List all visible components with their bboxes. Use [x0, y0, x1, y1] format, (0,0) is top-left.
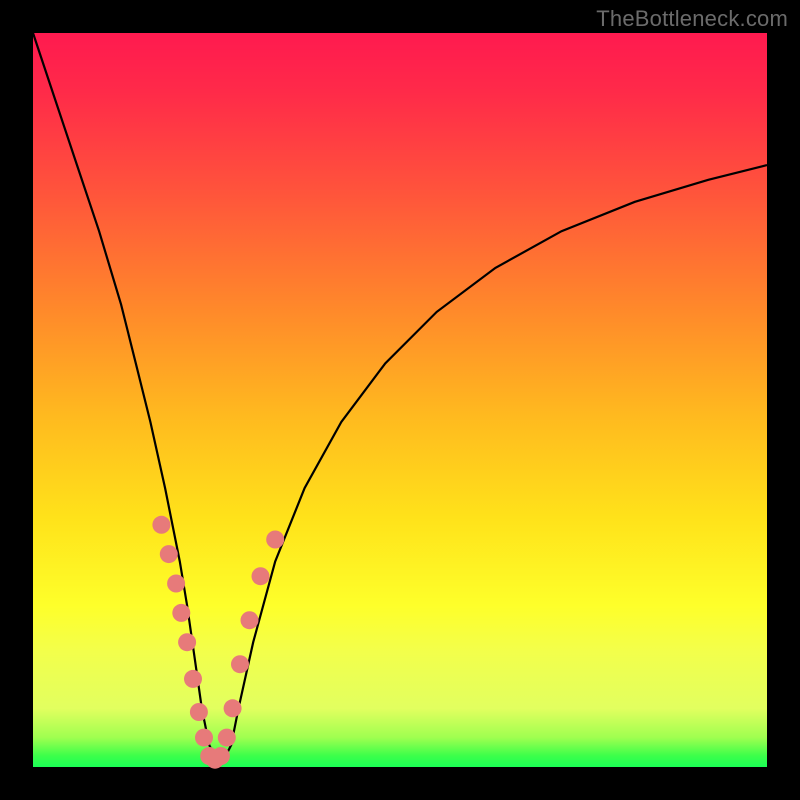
marker-dot — [212, 747, 230, 765]
marker-dot — [152, 516, 170, 534]
marker-dot — [218, 729, 236, 747]
marker-dot — [184, 670, 202, 688]
marker-dot — [195, 729, 213, 747]
chart-svg — [33, 33, 767, 767]
marker-dot — [252, 567, 270, 585]
marker-dot — [224, 699, 242, 717]
plot-area — [33, 33, 767, 767]
marker-dot — [160, 545, 178, 563]
marker-group — [152, 516, 284, 769]
marker-dot — [241, 611, 259, 629]
bottleneck-curve — [33, 33, 767, 760]
chart-frame: TheBottleneck.com — [0, 0, 800, 800]
marker-dot — [190, 703, 208, 721]
marker-dot — [167, 575, 185, 593]
marker-dot — [178, 633, 196, 651]
marker-dot — [231, 655, 249, 673]
marker-dot — [266, 531, 284, 549]
marker-dot — [172, 604, 190, 622]
watermark-text: TheBottleneck.com — [596, 6, 788, 32]
